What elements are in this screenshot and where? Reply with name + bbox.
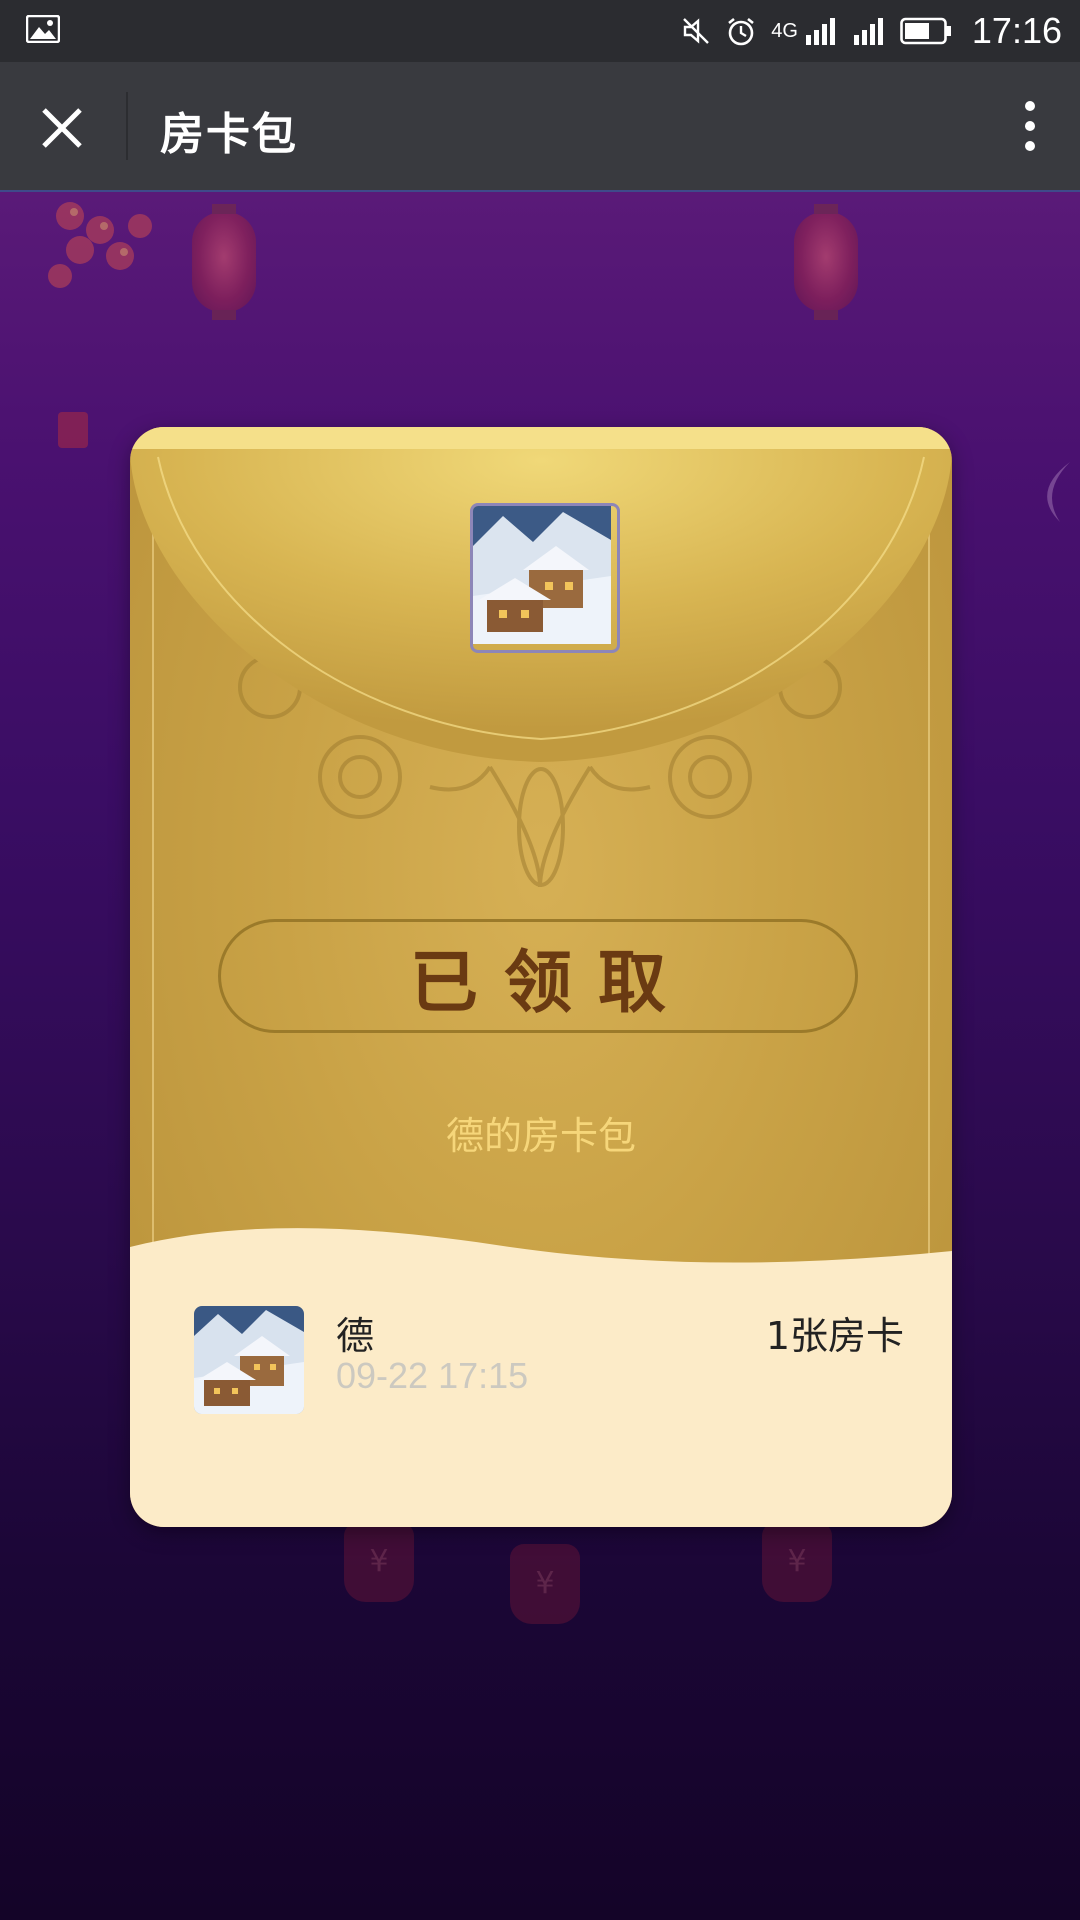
card-envelope: 已领取 德的房卡包 德 09-22 17:15 1张房卡 bbox=[130, 427, 952, 1527]
house-snow-image bbox=[194, 1306, 304, 1414]
card-count: 1张房卡 bbox=[765, 1314, 904, 1358]
hanging-tag-decoration bbox=[58, 412, 88, 448]
battery-icon bbox=[900, 17, 951, 45]
sender-avatar bbox=[470, 503, 620, 653]
mute-icon bbox=[683, 18, 710, 44]
signal-icon bbox=[853, 18, 883, 45]
gallery-icon bbox=[26, 15, 60, 43]
nav-bar: 房卡包 bbox=[0, 62, 1080, 192]
money-bag-decoration: ¥ bbox=[762, 1522, 832, 1602]
alarm-icon bbox=[728, 17, 755, 46]
network-label: 4G bbox=[771, 19, 798, 42]
page-title: 房卡包 bbox=[160, 109, 298, 160]
firecracker-decoration bbox=[48, 202, 152, 288]
lantern-decoration bbox=[794, 204, 858, 320]
moon-decoration bbox=[1047, 462, 1070, 522]
receiver-name: 德 bbox=[336, 1314, 375, 1358]
status-time: 17:16 bbox=[971, 10, 1062, 51]
receiver-avatar bbox=[194, 1306, 304, 1414]
card-pack-owner: 德的房卡包 bbox=[445, 1114, 636, 1158]
nav-divider bbox=[126, 92, 128, 160]
claimed-button[interactable]: 已领取 bbox=[218, 919, 858, 1033]
lantern-decoration bbox=[192, 204, 256, 320]
close-icon[interactable] bbox=[30, 96, 94, 160]
status-bar: 4G 17:16 bbox=[0, 0, 1080, 62]
more-vertical-icon[interactable] bbox=[1008, 94, 1052, 158]
money-bag-decoration: ¥ bbox=[510, 1544, 580, 1624]
money-bag-decoration: ¥ bbox=[344, 1522, 414, 1602]
house-snow-image bbox=[473, 506, 611, 644]
signal-icon bbox=[805, 18, 835, 45]
receive-time: 09-22 17:15 bbox=[336, 1355, 529, 1396]
